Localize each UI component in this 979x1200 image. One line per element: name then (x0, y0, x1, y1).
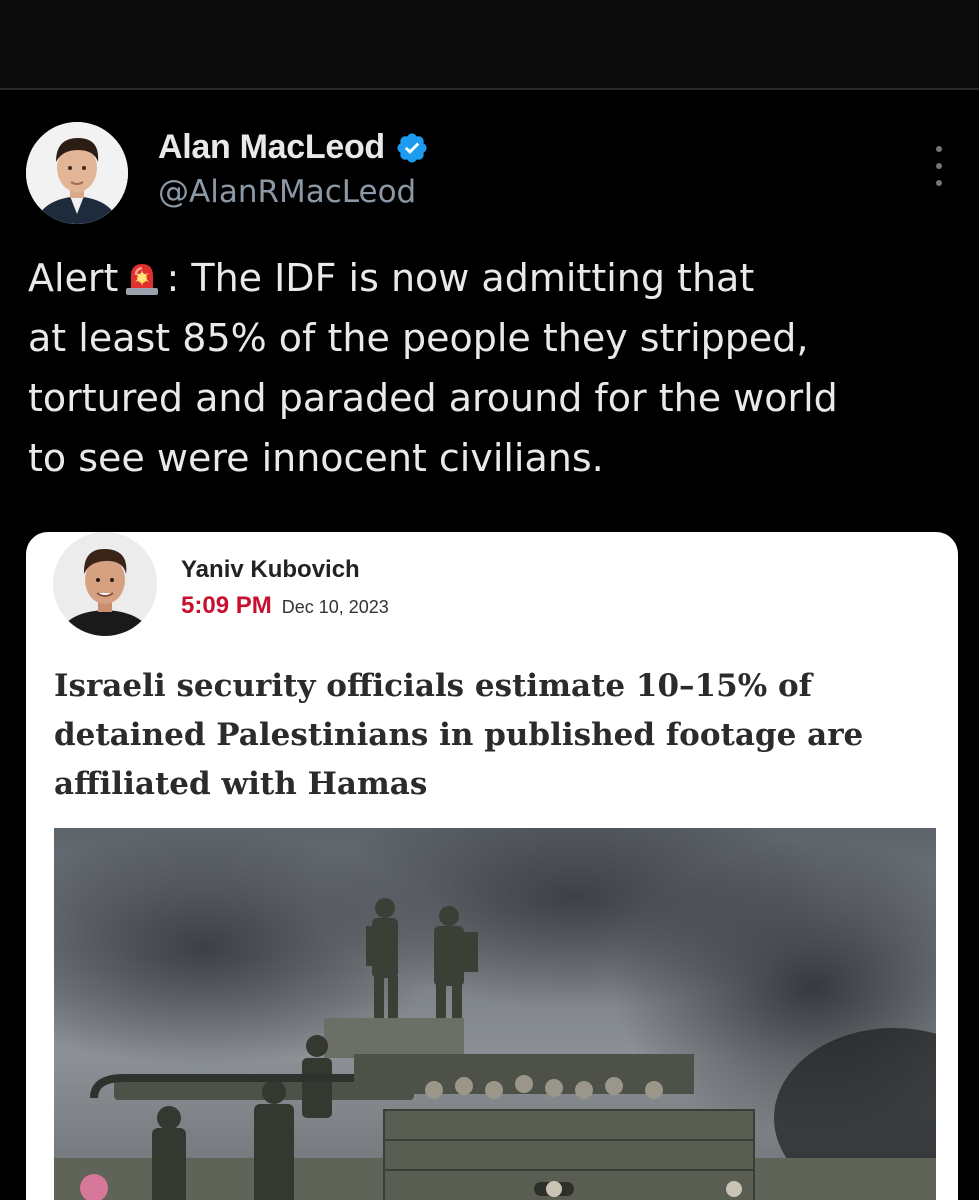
quoted-author-name: Yaniv Kubovich (181, 556, 360, 583)
top-bar (0, 0, 979, 90)
article-photo (54, 828, 936, 1200)
verified-badge-icon (395, 131, 429, 165)
author-avatar[interactable] (26, 122, 128, 224)
article-headline: Israeli security officials estimate 10–1… (54, 668, 864, 802)
quoted-card[interactable]: Yaniv Kubovich 5:09 PM Dec 10, 2023 Isra… (26, 532, 958, 1200)
more-options-icon[interactable] (929, 146, 949, 186)
tweet-text-line-1: Alert : The IDF is now admitting that (28, 254, 755, 300)
author-name-row: Alan MacLeod (158, 128, 429, 167)
quoted-timestamp: 5:09 PM Dec 10, 2023 (181, 592, 389, 620)
quoted-time: 5:09 PM (181, 592, 272, 619)
quoted-author-avatar (53, 532, 157, 636)
author-handle[interactable]: @AlanRMacLeod (158, 174, 416, 210)
tweet-text-line-2: at least 85% of the people they stripped… (28, 316, 809, 360)
quoted-date: Dec 10, 2023 (281, 597, 389, 617)
siren-emoji-icon (122, 254, 162, 295)
author-name[interactable]: Alan MacLeod (158, 128, 385, 167)
tweet-text: Alert : The IDF is now admitting that at… (28, 248, 948, 488)
tweet-text-line-3: tortured and paraded around for the worl… (28, 376, 838, 420)
tweet-header: Alan MacLeod @AlanRMacLeod (26, 122, 956, 224)
tweet-text-line-4: to see were innocent civilians. (28, 436, 604, 480)
screenshot: Alan MacLeod @AlanRMacLeod Alert : The I… (0, 0, 979, 1200)
